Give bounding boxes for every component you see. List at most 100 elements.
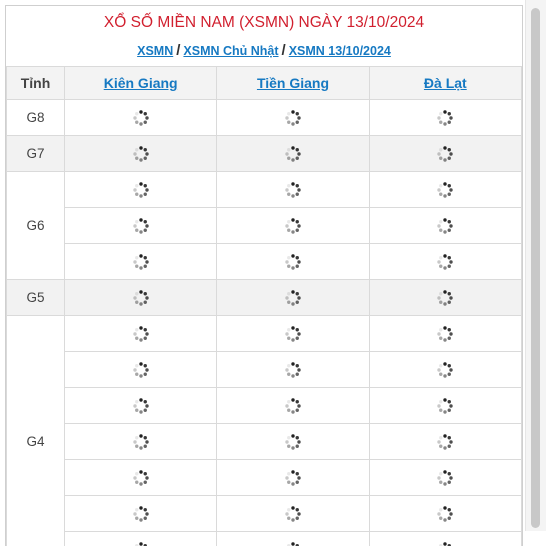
result-cell xyxy=(65,280,217,316)
result-cell xyxy=(65,352,217,388)
result-cell xyxy=(217,496,369,532)
result-cell xyxy=(65,424,217,460)
prize-label: G7 xyxy=(7,136,65,172)
loading-spinner-icon xyxy=(132,181,150,199)
result-cell xyxy=(217,460,369,496)
result-cell xyxy=(217,172,369,208)
breadcrumb-separator: / xyxy=(282,42,286,59)
result-cell xyxy=(369,280,521,316)
loading-spinner-icon xyxy=(284,397,302,415)
loading-spinner-icon xyxy=(284,217,302,235)
loading-spinner-icon xyxy=(132,289,150,307)
loading-spinner-icon xyxy=(284,505,302,523)
column-header-province: Tiền Giang xyxy=(217,67,369,100)
result-cell xyxy=(369,352,521,388)
loading-spinner-icon xyxy=(436,541,454,546)
result-cell xyxy=(65,244,217,280)
page-title: XỔ SỐ MIỀN NAM (XSMN) NGÀY 13/10/2024 xyxy=(6,6,522,38)
result-cell xyxy=(217,388,369,424)
table-row xyxy=(7,460,522,496)
loading-spinner-icon xyxy=(436,145,454,163)
table-row xyxy=(7,244,522,280)
table-row: G8 xyxy=(7,100,522,136)
loading-spinner-icon xyxy=(132,361,150,379)
result-cell xyxy=(217,352,369,388)
table-row: G6 xyxy=(7,172,522,208)
loading-spinner-icon xyxy=(284,541,302,546)
column-header-province: Đà Lạt xyxy=(369,67,521,100)
loading-spinner-icon xyxy=(132,469,150,487)
loading-spinner-icon xyxy=(132,433,150,451)
loading-spinner-icon xyxy=(436,433,454,451)
table-row xyxy=(7,424,522,460)
loading-spinner-icon xyxy=(284,181,302,199)
result-cell xyxy=(65,208,217,244)
result-cell xyxy=(65,496,217,532)
table-row xyxy=(7,352,522,388)
loading-spinner-icon xyxy=(436,253,454,271)
loading-spinner-icon xyxy=(436,289,454,307)
result-cell xyxy=(65,532,217,546)
result-cell xyxy=(369,460,521,496)
breadcrumb-separator: / xyxy=(176,42,180,59)
breadcrumb: XSMN/XSMN Chủ Nhật/XSMN 13/10/2024 xyxy=(6,38,522,66)
loading-spinner-icon xyxy=(132,541,150,546)
loading-spinner-icon xyxy=(436,109,454,127)
loading-spinner-icon xyxy=(436,469,454,487)
result-cell xyxy=(65,172,217,208)
loading-spinner-icon xyxy=(284,289,302,307)
breadcrumb-link-xsmn-date[interactable]: XSMN 13/10/2024 xyxy=(289,44,391,58)
table-row xyxy=(7,208,522,244)
loading-spinner-icon xyxy=(132,217,150,235)
results-panel: XỔ SỐ MIỀN NAM (XSMN) NGÀY 13/10/2024 XS… xyxy=(5,5,523,546)
loading-spinner-icon xyxy=(132,145,150,163)
province-link-da-lat[interactable]: Đà Lạt xyxy=(424,75,467,91)
result-cell xyxy=(369,208,521,244)
prize-label: G5 xyxy=(7,280,65,316)
province-link-kien-giang[interactable]: Kiên Giang xyxy=(104,75,178,91)
table-row xyxy=(7,532,522,546)
result-cell xyxy=(217,424,369,460)
result-cell xyxy=(65,100,217,136)
loading-spinner-icon xyxy=(436,397,454,415)
breadcrumb-link-xsmn-chu-nhat[interactable]: XSMN Chủ Nhật xyxy=(183,44,278,58)
table-row xyxy=(7,496,522,532)
result-cell xyxy=(369,136,521,172)
column-header-tinh: Tỉnh xyxy=(7,67,65,100)
table-header-row: Tỉnh Kiên Giang Tiền Giang Đà Lạt xyxy=(7,67,522,100)
results-table: Tỉnh Kiên Giang Tiền Giang Đà Lạt G8G7G6… xyxy=(6,66,522,546)
result-cell xyxy=(369,244,521,280)
loading-spinner-icon xyxy=(436,181,454,199)
result-cell xyxy=(65,388,217,424)
result-cell xyxy=(369,424,521,460)
result-cell xyxy=(217,532,369,546)
loading-spinner-icon xyxy=(436,217,454,235)
table-row xyxy=(7,388,522,424)
result-cell xyxy=(369,532,521,546)
column-header-province: Kiên Giang xyxy=(65,67,217,100)
result-cell xyxy=(369,100,521,136)
loading-spinner-icon xyxy=(284,109,302,127)
loading-spinner-icon xyxy=(284,433,302,451)
result-cell xyxy=(217,100,369,136)
table-row: G4 xyxy=(7,316,522,352)
province-link-tien-giang[interactable]: Tiền Giang xyxy=(257,75,329,91)
loading-spinner-icon xyxy=(284,145,302,163)
result-cell xyxy=(217,316,369,352)
loading-spinner-icon xyxy=(436,361,454,379)
result-cell xyxy=(217,280,369,316)
loading-spinner-icon xyxy=(132,397,150,415)
loading-spinner-icon xyxy=(284,253,302,271)
result-cell xyxy=(369,388,521,424)
result-cell xyxy=(65,316,217,352)
loading-spinner-icon xyxy=(132,253,150,271)
loading-spinner-icon xyxy=(284,469,302,487)
result-cell xyxy=(369,316,521,352)
loading-spinner-icon xyxy=(284,325,302,343)
loading-spinner-icon xyxy=(436,505,454,523)
loading-spinner-icon xyxy=(132,505,150,523)
scrollbar-thumb[interactable] xyxy=(531,8,540,528)
result-cell xyxy=(217,136,369,172)
prize-label: G6 xyxy=(7,172,65,280)
breadcrumb-link-xsmn[interactable]: XSMN xyxy=(137,44,173,58)
